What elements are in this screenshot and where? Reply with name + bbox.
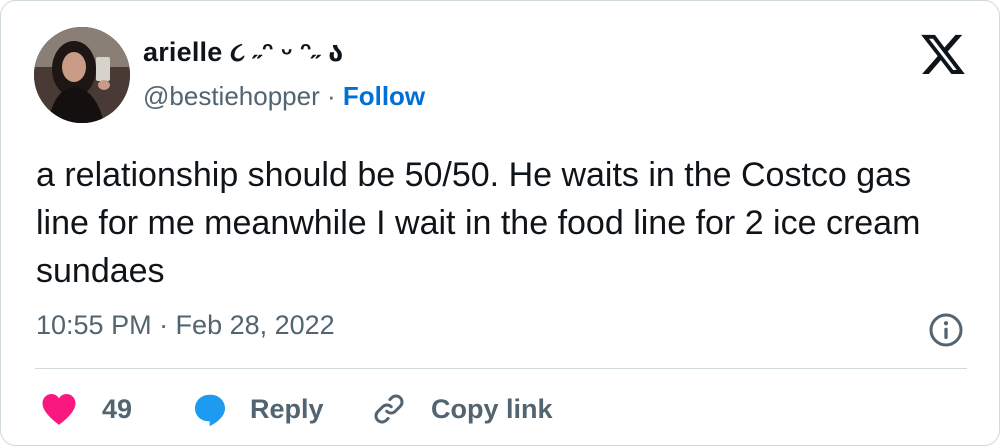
tweet-text: a relationship should be 50/50. He waits… bbox=[36, 156, 921, 290]
reply-button[interactable]: Reply bbox=[191, 387, 324, 431]
divider bbox=[35, 368, 967, 369]
handle-row: @bestiehopper · Follow bbox=[143, 81, 425, 112]
handle-separator: · bbox=[319, 81, 343, 111]
avatar-image bbox=[34, 27, 130, 123]
avatar[interactable] bbox=[34, 27, 130, 123]
info-icon[interactable] bbox=[928, 312, 964, 348]
follow-button[interactable]: Follow bbox=[343, 81, 425, 111]
copy-link-button[interactable]: Copy link bbox=[371, 387, 553, 431]
like-count: 49 bbox=[102, 393, 133, 424]
user-handle[interactable]: @bestiehopper bbox=[143, 81, 320, 111]
speech-bubble-icon bbox=[195, 394, 225, 427]
copy-link-label: Copy link bbox=[431, 393, 553, 424]
like-button[interactable]: 49 bbox=[41, 387, 132, 431]
reply-label: Reply bbox=[250, 393, 324, 424]
x-logo-icon[interactable] bbox=[920, 34, 966, 74]
link-icon bbox=[374, 394, 404, 424]
timestamp[interactable]: 10:55 PM · Feb 28, 2022 bbox=[36, 310, 335, 341]
display-name[interactable]: arielle ૮ ˶ᵔ ᵕ ᵔ˶ ა bbox=[143, 37, 343, 69]
tweet-card: arielle ૮ ˶ᵔ ᵕ ᵔ˶ ა @bestiehopper · Foll… bbox=[0, 0, 1000, 446]
heart-icon bbox=[42, 394, 76, 425]
